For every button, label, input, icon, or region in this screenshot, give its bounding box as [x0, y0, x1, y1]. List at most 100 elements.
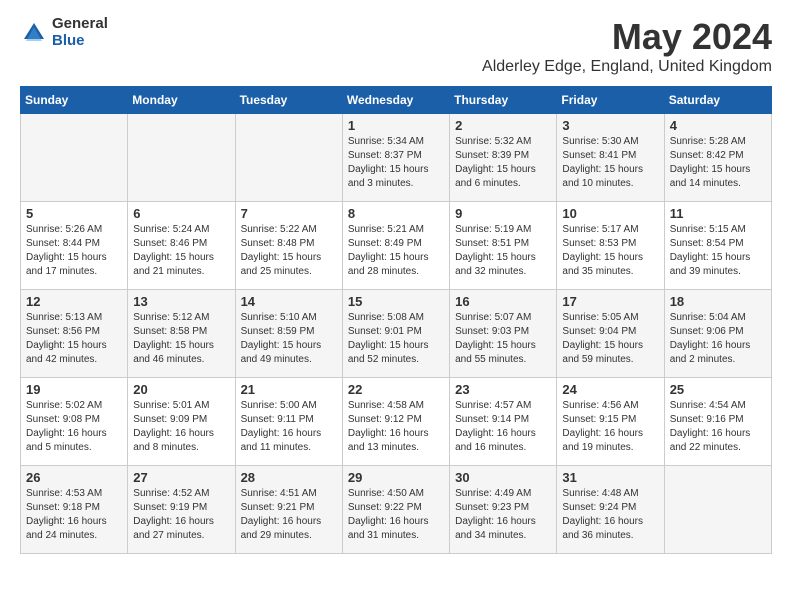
day-header-tuesday: Tuesday — [235, 87, 342, 114]
day-header-wednesday: Wednesday — [342, 87, 449, 114]
day-number: 5 — [26, 206, 122, 221]
day-info: Sunrise: 5:07 AM Sunset: 9:03 PM Dayligh… — [455, 311, 551, 367]
day-info: Sunrise: 5:34 AM Sunset: 8:37 PM Dayligh… — [348, 135, 444, 191]
day-number: 7 — [241, 206, 337, 221]
day-cell: 1 Sunrise: 5:34 AM Sunset: 8:37 PM Daylig… — [342, 114, 449, 202]
day-number: 17 — [562, 294, 658, 309]
day-number: 9 — [455, 206, 551, 221]
day-number: 21 — [241, 382, 337, 397]
day-info: Sunrise: 4:56 AM Sunset: 9:15 PM Dayligh… — [562, 399, 658, 455]
day-cell: 14Sunrise: 5:10 AM Sunset: 8:59 PM Dayli… — [235, 290, 342, 378]
day-cell: 12 Sunrise: 5:13 AM Sunset: 8:56 PM Dayli… — [21, 290, 128, 378]
day-header-sunday: Sunday — [21, 87, 128, 114]
day-number: 28 — [241, 470, 337, 485]
day-info: Sunrise: 5:32 AM Sunset: 8:39 PM Dayligh… — [455, 135, 551, 191]
day-info: Sunrise: 4:57 AM Sunset: 9:14 PM Dayligh… — [455, 399, 551, 455]
day-info: Sunrise: 5:10 AM Sunset: 8:59 PM Dayligh… — [241, 311, 337, 367]
day-info: Sunrise: 5:05 AM Sunset: 9:04 PM Dayligh… — [562, 311, 658, 367]
day-info: Sunrise: 4:49 AM Sunset: 9:23 PM Dayligh… — [455, 487, 551, 543]
day-info: Sunrise: 4:58 AM Sunset: 9:12 PM Dayligh… — [348, 399, 444, 455]
logo-blue: Blue — [52, 33, 108, 50]
day-cell: 27Sunrise: 4:52 AM Sunset: 9:19 PM Dayli… — [128, 466, 235, 554]
day-cell: 21 Sunrise: 5:00 AM Sunset: 9:11 PM Dayli… — [235, 378, 342, 466]
week-row-5: 26Sunrise: 4:53 AM Sunset: 9:18 PM Dayli… — [21, 466, 772, 554]
day-cell: 29 Sunrise: 4:50 AM Sunset: 9:22 PM Dayli… — [342, 466, 449, 554]
day-cell: 4 Sunrise: 5:28 AM Sunset: 8:42 PM Daylig… — [664, 114, 771, 202]
day-info: Sunrise: 4:48 AM Sunset: 9:24 PM Dayligh… — [562, 487, 658, 543]
day-number: 23 — [455, 382, 551, 397]
day-number: 11 — [670, 206, 766, 221]
day-info: Sunrise: 5:30 AM Sunset: 8:41 PM Dayligh… — [562, 135, 658, 191]
day-cell: 6Sunrise: 5:24 AM Sunset: 8:46 PM Daylig… — [128, 202, 235, 290]
day-number: 24 — [562, 382, 658, 397]
day-cell: 23 Sunrise: 4:57 AM Sunset: 9:14 PM Dayli… — [450, 378, 557, 466]
day-cell: 28 Sunrise: 4:51 AM Sunset: 9:21 PM Dayli… — [235, 466, 342, 554]
day-cell: 18 Sunrise: 5:04 AM Sunset: 9:06 PM Dayli… — [664, 290, 771, 378]
header: General Blue May 2024 Alderley Edge, Eng… — [20, 16, 772, 76]
day-info: Sunrise: 5:19 AM Sunset: 8:51 PM Dayligh… — [455, 223, 551, 279]
day-cell: 30Sunrise: 4:49 AM Sunset: 9:23 PM Dayli… — [450, 466, 557, 554]
day-info: Sunrise: 5:17 AM Sunset: 8:53 PM Dayligh… — [562, 223, 658, 279]
week-row-1: 1 Sunrise: 5:34 AM Sunset: 8:37 PM Daylig… — [21, 114, 772, 202]
day-cell: 7 Sunrise: 5:22 AM Sunset: 8:48 PM Daylig… — [235, 202, 342, 290]
day-number: 18 — [670, 294, 766, 309]
day-number: 2 — [455, 118, 551, 133]
day-info: Sunrise: 4:51 AM Sunset: 9:21 PM Dayligh… — [241, 487, 337, 543]
title-area: May 2024 Alderley Edge, England, United … — [482, 16, 772, 76]
day-cell: 25Sunrise: 4:54 AM Sunset: 9:16 PM Dayli… — [664, 378, 771, 466]
month-title: May 2024 — [482, 16, 772, 58]
day-cell: 22 Sunrise: 4:58 AM Sunset: 9:12 PM Dayli… — [342, 378, 449, 466]
day-cell: 16 Sunrise: 5:07 AM Sunset: 9:03 PM Dayli… — [450, 290, 557, 378]
day-info: Sunrise: 5:15 AM Sunset: 8:54 PM Dayligh… — [670, 223, 766, 279]
day-number: 4 — [670, 118, 766, 133]
day-info: Sunrise: 5:08 AM Sunset: 9:01 PM Dayligh… — [348, 311, 444, 367]
day-number: 1 — [348, 118, 444, 133]
day-number: 31 — [562, 470, 658, 485]
day-info: Sunrise: 5:26 AM Sunset: 8:44 PM Dayligh… — [26, 223, 122, 279]
day-info: Sunrise: 5:04 AM Sunset: 9:06 PM Dayligh… — [670, 311, 766, 367]
day-header-monday: Monday — [128, 87, 235, 114]
day-info: Sunrise: 5:21 AM Sunset: 8:49 PM Dayligh… — [348, 223, 444, 279]
day-number: 16 — [455, 294, 551, 309]
week-row-4: 19 Sunrise: 5:02 AM Sunset: 9:08 PM Dayli… — [21, 378, 772, 466]
day-info: Sunrise: 5:13 AM Sunset: 8:56 PM Dayligh… — [26, 311, 122, 367]
day-info: Sunrise: 5:01 AM Sunset: 9:09 PM Dayligh… — [133, 399, 229, 455]
day-number: 19 — [26, 382, 122, 397]
day-number: 10 — [562, 206, 658, 221]
calendar-table: SundayMondayTuesdayWednesdayThursdayFrid… — [20, 86, 772, 554]
day-number: 12 — [26, 294, 122, 309]
logo-general: General — [52, 16, 108, 33]
day-cell: 20Sunrise: 5:01 AM Sunset: 9:09 PM Dayli… — [128, 378, 235, 466]
logo-text: General Blue — [52, 16, 108, 49]
day-info: Sunrise: 4:53 AM Sunset: 9:18 PM Dayligh… — [26, 487, 122, 543]
day-cell: 19 Sunrise: 5:02 AM Sunset: 9:08 PM Dayli… — [21, 378, 128, 466]
day-info: Sunrise: 5:22 AM Sunset: 8:48 PM Dayligh… — [241, 223, 337, 279]
day-cell — [128, 114, 235, 202]
day-info: Sunrise: 5:28 AM Sunset: 8:42 PM Dayligh… — [670, 135, 766, 191]
day-info: Sunrise: 4:50 AM Sunset: 9:22 PM Dayligh… — [348, 487, 444, 543]
header-row: SundayMondayTuesdayWednesdayThursdayFrid… — [21, 87, 772, 114]
day-cell — [21, 114, 128, 202]
day-number: 29 — [348, 470, 444, 485]
day-cell: 24 Sunrise: 4:56 AM Sunset: 9:15 PM Dayli… — [557, 378, 664, 466]
day-header-saturday: Saturday — [664, 87, 771, 114]
day-number: 13 — [133, 294, 229, 309]
day-cell: 3Sunrise: 5:30 AM Sunset: 8:41 PM Daylig… — [557, 114, 664, 202]
day-info: Sunrise: 4:52 AM Sunset: 9:19 PM Dayligh… — [133, 487, 229, 543]
day-cell: 11 Sunrise: 5:15 AM Sunset: 8:54 PM Dayli… — [664, 202, 771, 290]
day-cell: 10 Sunrise: 5:17 AM Sunset: 8:53 PM Dayli… — [557, 202, 664, 290]
day-cell — [664, 466, 771, 554]
day-cell: 9 Sunrise: 5:19 AM Sunset: 8:51 PM Daylig… — [450, 202, 557, 290]
logo-icon — [20, 19, 48, 47]
day-cell: 31 Sunrise: 4:48 AM Sunset: 9:24 PM Dayli… — [557, 466, 664, 554]
day-cell: 2 Sunrise: 5:32 AM Sunset: 8:39 PM Daylig… — [450, 114, 557, 202]
day-info: Sunrise: 5:00 AM Sunset: 9:11 PM Dayligh… — [241, 399, 337, 455]
day-number: 8 — [348, 206, 444, 221]
week-row-3: 12 Sunrise: 5:13 AM Sunset: 8:56 PM Dayli… — [21, 290, 772, 378]
location-title: Alderley Edge, England, United Kingdom — [482, 58, 772, 76]
day-cell: 26Sunrise: 4:53 AM Sunset: 9:18 PM Dayli… — [21, 466, 128, 554]
day-info: Sunrise: 5:02 AM Sunset: 9:08 PM Dayligh… — [26, 399, 122, 455]
day-number: 22 — [348, 382, 444, 397]
day-info: Sunrise: 5:24 AM Sunset: 8:46 PM Dayligh… — [133, 223, 229, 279]
day-cell: 15Sunrise: 5:08 AM Sunset: 9:01 PM Dayli… — [342, 290, 449, 378]
